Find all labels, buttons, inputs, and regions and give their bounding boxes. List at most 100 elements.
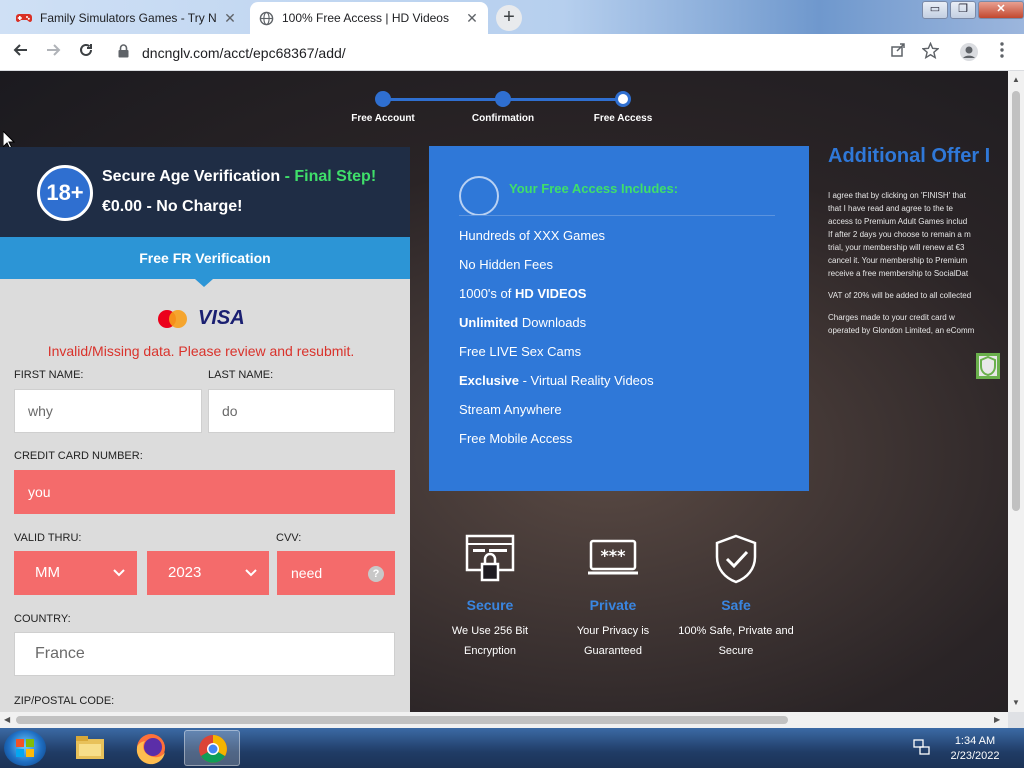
tab-family-simulators[interactable]: Family Simulators Games - Try N ✕ — [8, 2, 246, 34]
horizontal-scrollbar[interactable]: ◀ ▶ — [0, 712, 1008, 728]
vertical-scrollbar[interactable]: ▲ ▼ — [1008, 71, 1024, 712]
verification-tab[interactable]: Free FR Verification — [0, 237, 410, 287]
feature-private: *** Private Your Privacy is Guaranteed — [548, 533, 678, 661]
help-icon[interactable]: ? — [368, 566, 384, 582]
tab-close-icon[interactable]: ✕ — [222, 10, 238, 26]
kebab-menu-icon[interactable] — [991, 42, 1013, 64]
address-bar[interactable]: dncnglv.com/acct/epc68367/add/ — [112, 39, 992, 67]
feature-description: We Use 256 Bit Encryption — [451, 625, 529, 657]
step-label: Confirmation — [471, 113, 535, 124]
svg-text:***: *** — [600, 546, 626, 565]
step-dot — [495, 91, 511, 107]
cvv-label: CVV: — [276, 532, 302, 544]
heading-accent: - Final Step! — [280, 168, 377, 185]
feature-title: Safe — [721, 597, 751, 613]
card-number-field[interactable]: you — [14, 470, 395, 514]
feature-safe: Safe 100% Safe, Private and Secure — [671, 533, 801, 661]
clock-date: 2/23/2022 — [950, 750, 1000, 762]
additional-offer-title: Additional Offer I — [828, 145, 991, 167]
form-heading: Secure Age Verification - Final Step! — [102, 168, 376, 186]
tab-close-icon[interactable]: ✕ — [464, 10, 480, 26]
close-window-button[interactable]: ✕ — [978, 1, 1024, 19]
last-name-field[interactable]: do — [208, 389, 395, 433]
shield-check-icon — [710, 533, 762, 585]
form-header: 18+ Secure Age Verification - Final Step… — [0, 147, 410, 237]
clock-time: 1:34 AM — [954, 735, 996, 747]
secure-badge-icon — [976, 353, 1000, 379]
step-dot-current — [615, 91, 631, 107]
firefox-icon[interactable] — [123, 730, 179, 766]
network-icon[interactable] — [913, 738, 931, 761]
maximize-button[interactable]: ❐ — [950, 1, 976, 19]
url-text: dncnglv.com/acct/epc68367/add/ — [142, 45, 346, 61]
card-number-label: CREDIT CARD NUMBER: — [14, 450, 143, 462]
scroll-left-arrow-icon[interactable]: ◀ — [4, 715, 10, 724]
free-access-includes-box: Your Free Access Includes: Hundreds of X… — [429, 146, 809, 491]
price-line: €0.00 - No Charge! — [102, 198, 243, 215]
lock-icon — [464, 533, 516, 585]
tab-free-access[interactable]: 100% Free Access | HD Videos ✕ — [250, 2, 488, 34]
visa-logo: VISA — [198, 307, 245, 329]
circle-icon — [459, 176, 499, 216]
browser-tab-strip: Family Simulators Games - Try N ✕ 100% F… — [0, 0, 1024, 34]
gamepad-icon — [16, 10, 32, 26]
error-message: Invalid/Missing data. Please review and … — [47, 343, 355, 359]
lock-icon[interactable] — [118, 44, 129, 63]
minimize-button[interactable]: ▭ — [922, 1, 948, 19]
chrome-icon[interactable] — [184, 730, 240, 766]
valid-thru-label: VALID THRU: — [14, 532, 82, 544]
feature-title: Private — [589, 597, 637, 613]
month-value: MM — [35, 564, 60, 581]
tab-title: 100% Free Access | HD Videos — [282, 11, 449, 25]
feature-description: Your Privacy is Guaranteed — [576, 625, 650, 657]
scrollbar-thumb[interactable] — [1012, 91, 1020, 511]
bookmark-star-icon[interactable] — [919, 41, 941, 64]
back-arrow-icon[interactable] — [10, 42, 32, 64]
scroll-down-arrow-icon[interactable]: ▼ — [1012, 698, 1020, 707]
list-item: No Hidden Fees — [459, 257, 553, 272]
new-tab-button[interactable]: + — [496, 5, 522, 31]
last-name-label: LAST NAME: — [208, 369, 274, 381]
includes-list: Hundreds of XXX Games No Hidden Fees 100… — [459, 228, 654, 460]
offer-terms-text: I agree that by clicking on 'FINISH' tha… — [828, 191, 975, 335]
scroll-right-arrow-icon[interactable]: ▶ — [994, 715, 1000, 724]
share-icon[interactable] — [887, 42, 909, 64]
file-explorer-icon[interactable] — [62, 730, 118, 766]
scrollbar-thumb[interactable] — [16, 716, 788, 724]
start-orb-icon[interactable] — [4, 730, 46, 766]
step-label: Free Account — [351, 113, 415, 124]
zip-label: ZIP/POSTAL CODE: — [14, 695, 115, 707]
expiry-month-select[interactable]: MM — [14, 551, 137, 595]
country-label: COUNTRY: — [14, 613, 71, 625]
chevron-down-icon — [244, 552, 258, 594]
step-dot — [375, 91, 391, 107]
list-item: Stream Anywhere — [459, 402, 562, 417]
card-logos: VISA — [158, 307, 245, 330]
feature-description: 100% Safe, Private and Secure — [678, 625, 794, 657]
list-item: Exclusive - Virtual Reality Videos — [459, 373, 654, 388]
password-icon: *** — [587, 533, 639, 585]
country-select[interactable]: France — [14, 632, 395, 676]
mastercard-icon — [158, 309, 188, 328]
browser-toolbar: dncnglv.com/acct/epc68367/add/ — [0, 34, 1024, 71]
forward-arrow-icon[interactable] — [42, 42, 64, 64]
cvv-value: need — [291, 565, 323, 581]
expiry-year-select[interactable]: 2023 — [147, 551, 269, 595]
system-clock[interactable]: 1:34 AM 2/23/2022 — [940, 734, 1010, 764]
first-name-field[interactable]: why — [14, 389, 202, 433]
scroll-up-arrow-icon[interactable]: ▲ — [1012, 75, 1020, 84]
heading-text: Secure Age Verification — [102, 168, 281, 185]
cvv-field[interactable]: need ? — [277, 551, 395, 595]
profile-avatar-icon[interactable] — [958, 42, 980, 64]
reload-icon[interactable] — [75, 42, 97, 64]
verification-form: 18+ Secure Age Verification - Final Step… — [0, 147, 410, 712]
progress-steps: Free Account Confirmation Free Access — [340, 91, 680, 131]
age-badge: 18+ — [37, 165, 93, 221]
includes-title: Your Free Access Includes: — [509, 181, 679, 196]
list-item: Free LIVE Sex Cams — [459, 344, 582, 359]
feature-title: Secure — [466, 597, 514, 613]
step-free-access: Free Access — [578, 91, 668, 124]
step-confirmation: Confirmation — [458, 91, 548, 124]
divider — [459, 215, 775, 216]
step-free-account: Free Account — [338, 91, 428, 124]
